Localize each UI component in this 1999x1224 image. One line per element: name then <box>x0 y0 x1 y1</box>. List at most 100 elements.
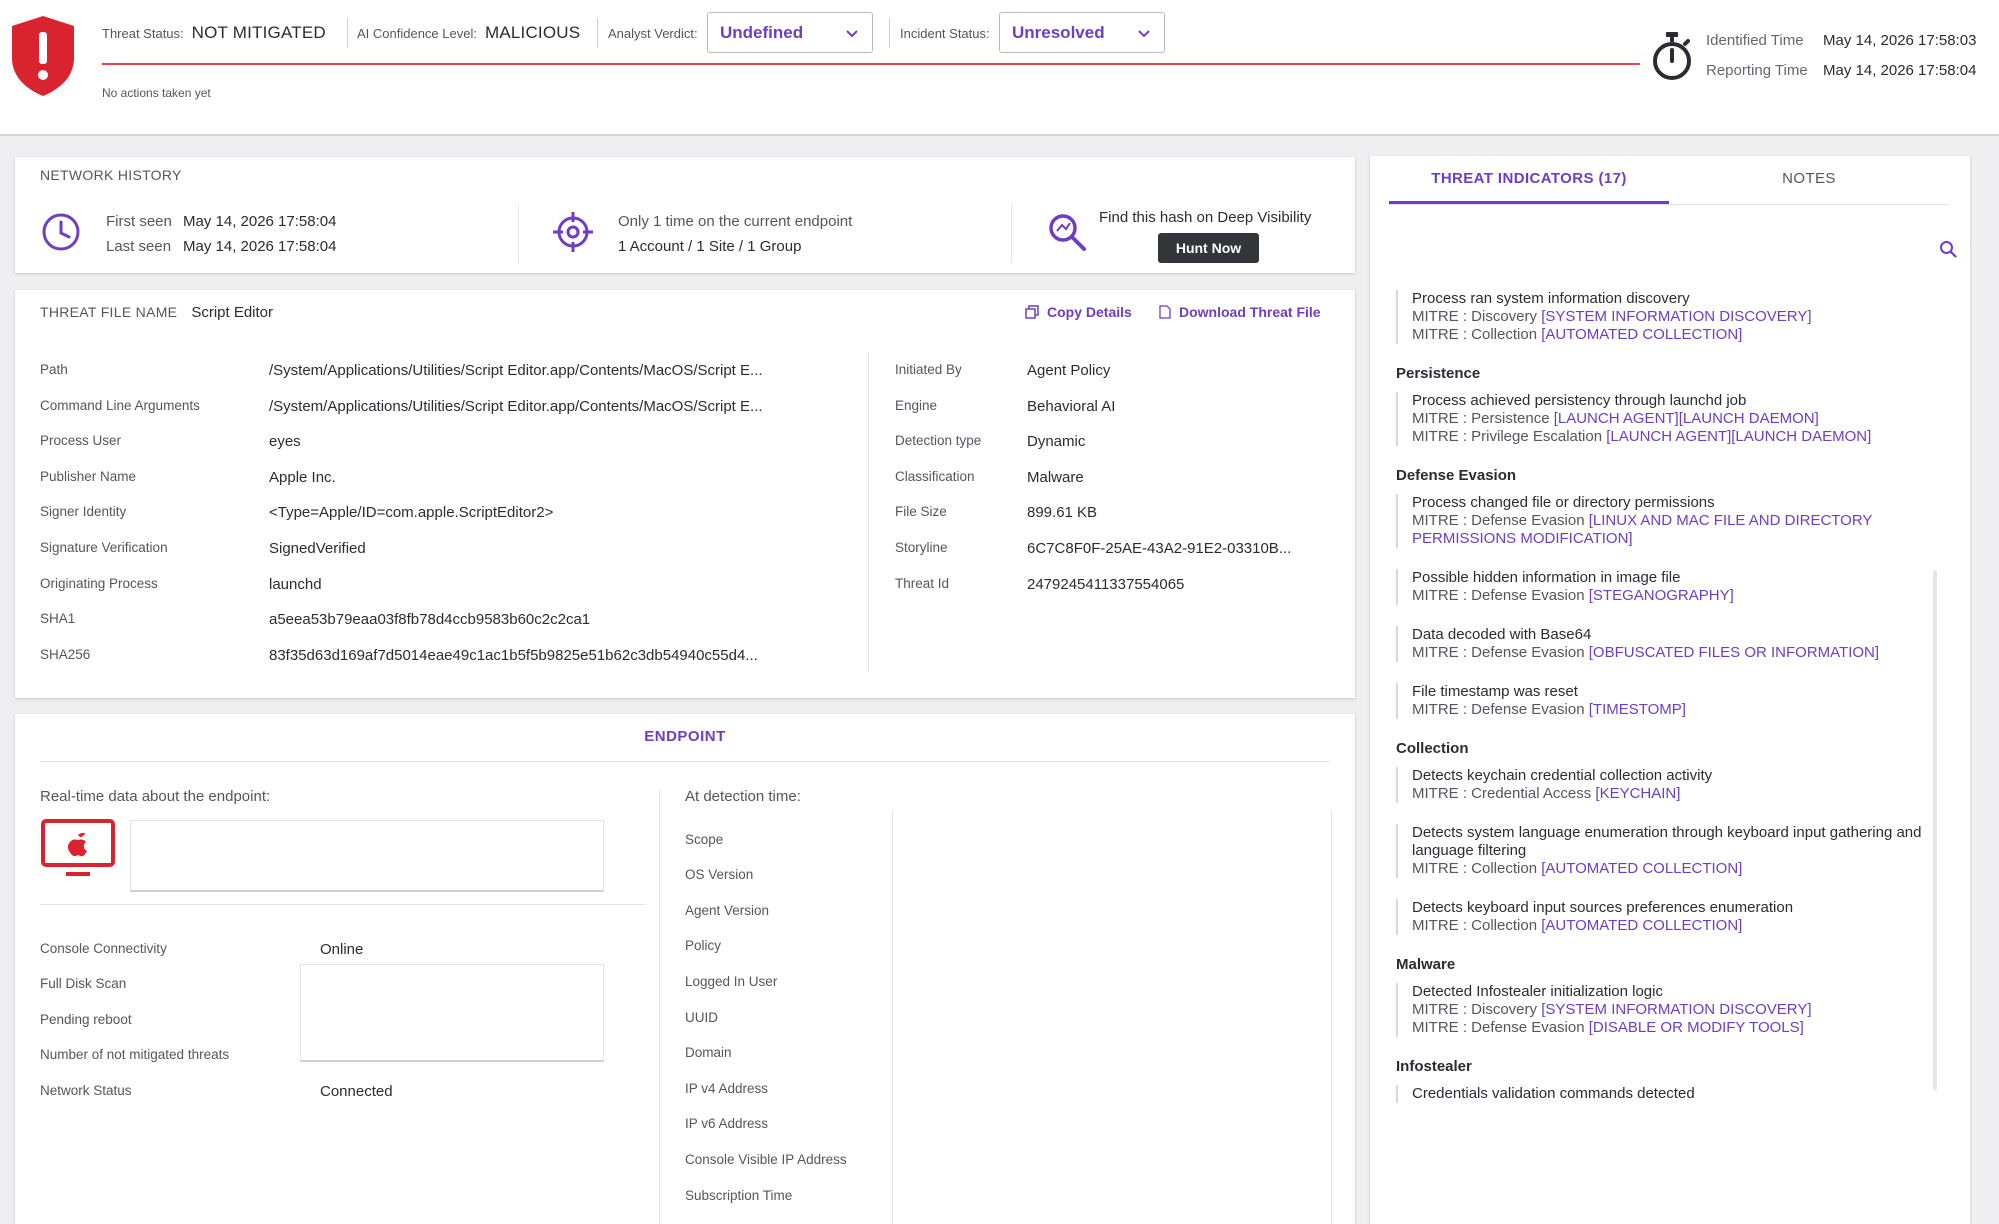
mitre-technique-link[interactable]: [SYSTEM INFORMATION DISCOVERY] <box>1541 1001 1811 1018</box>
indicator-item[interactable]: Process ran system information discovery… <box>1396 290 1936 344</box>
chevron-down-icon <box>1138 29 1150 37</box>
indicator-item[interactable]: File timestamp was reset MITRE : Defense … <box>1396 683 1936 719</box>
mitre-technique-link[interactable]: [STEGANOGRAPHY] <box>1589 587 1734 604</box>
threat-status: Threat Status: NOT MITIGATED <box>102 23 326 42</box>
hunt-now-button[interactable]: Hunt Now <box>1158 233 1259 263</box>
threat-file-name: THREAT FILE NAME Script Editor <box>40 304 274 321</box>
detection-time-label: At detection time: <box>685 788 801 805</box>
incident-status-label: Incident Status: <box>900 25 990 41</box>
mitre-technique-link[interactable]: [TIMESTOMP] <box>1589 701 1686 718</box>
mitre-tactic: MITRE : Collection <box>1412 326 1542 343</box>
indicator-group-title: Defense Evasion <box>1396 467 1517 484</box>
indicator-title: Data decoded with Base64 <box>1412 626 1592 643</box>
actions-note: No actions taken yet <box>102 86 211 100</box>
indicator-title: Detects keyboard input sources preferenc… <box>1412 899 1794 916</box>
mitre-tactic: MITRE : Defense Evasion <box>1412 644 1589 661</box>
indicator-item[interactable]: Detects keychain credential collection a… <box>1396 767 1936 803</box>
file-icon <box>1159 305 1171 319</box>
clock-icon <box>42 213 80 251</box>
incident-status-dropdown[interactable]: Unresolved <box>999 12 1165 53</box>
indicator-group-title: Persistence <box>1396 365 1481 382</box>
mitre-tactic: MITRE : Privilege Escalation <box>1412 428 1607 445</box>
mitre-row: MITRE : Collection [AUTOMATED COLLECTION… <box>1412 917 1936 935</box>
mitre-row: MITRE : Defense Evasion [TIMESTOMP] <box>1412 701 1936 719</box>
mitre-row: MITRE : Defense Evasion [OBFUSCATED FILE… <box>1412 644 1936 662</box>
indicator-group-title: Collection <box>1396 740 1469 757</box>
tab-threat-indicators[interactable]: THREAT INDICATORS (17) <box>1389 170 1669 187</box>
mitre-tactic: MITRE : Defense Evasion <box>1412 587 1589 604</box>
mitre-technique-link[interactable]: [SYSTEM INFORMATION DISCOVERY] <box>1541 308 1811 325</box>
detection-values-box <box>892 810 1332 1224</box>
mitre-technique-link[interactable]: [KEYCHAIN] <box>1595 785 1680 802</box>
mitre-row: MITRE : Defense Evasion [LINUX AND MAC F… <box>1412 512 1936 548</box>
deep-visibility-text: Find this hash on Deep Visibility <box>1099 209 1312 226</box>
indicator-item[interactable]: Data decoded with Base64 MITRE : Defense … <box>1396 626 1936 662</box>
reporting-time: Reporting Time May 14, 2026 17:58:04 <box>1706 62 1977 79</box>
target-icon <box>553 212 593 252</box>
mitre-technique-link[interactable]: [AUTOMATED COLLECTION] <box>1541 326 1742 343</box>
endpoint-card: ENDPOINT Real-time data about the endpoi… <box>15 714 1355 1224</box>
indicator-title: Credentials validation commands detected <box>1412 1085 1695 1102</box>
mitre-row: MITRE : Credential Access [KEYCHAIN] <box>1412 785 1936 803</box>
copy-icon <box>1025 305 1039 319</box>
endpoint-name-box <box>130 820 604 892</box>
mitre-row: MITRE : Persistence [LAUNCH AGENT][LAUNC… <box>1412 410 1936 428</box>
indicator-list: Process ran system information discovery… <box>1396 290 1936 1124</box>
copy-details-button[interactable]: Copy Details <box>1025 304 1132 320</box>
indicator-item[interactable]: Credentials validation commands detected <box>1396 1085 1936 1103</box>
ai-confidence: AI Confidence Level: MALICIOUS <box>357 23 581 42</box>
indicator-title: Detects system language enumeration thro… <box>1412 824 1922 859</box>
shield-alert-icon <box>12 16 74 96</box>
indicator-item[interactable]: Possible hidden information in image fil… <box>1396 569 1936 605</box>
tab-notes[interactable]: NOTES <box>1669 170 1949 187</box>
mitre-tactic: MITRE : Persistence <box>1412 410 1554 427</box>
indicator-item[interactable]: Detects system language enumeration thro… <box>1396 824 1936 878</box>
mitre-technique-link[interactable]: [LAUNCH AGENT][LAUNCH DAEMON] <box>1554 410 1819 427</box>
chevron-down-icon <box>846 29 858 37</box>
occurrence-text: Only 1 time on the current endpoint <box>618 213 853 230</box>
mitre-technique-link[interactable]: [OBFUSCATED FILES OR INFORMATION] <box>1589 644 1879 661</box>
mitre-row: MITRE : Collection [AUTOMATED COLLECTION… <box>1412 326 1936 344</box>
indicator-title: Process achieved persistency through lau… <box>1412 392 1747 409</box>
mitre-row: MITRE : Defense Evasion [DISABLE OR MODI… <box>1412 1019 1936 1037</box>
mitre-row: MITRE : Discovery [SYSTEM INFORMATION DI… <box>1412 308 1936 326</box>
scan-status-box <box>300 964 604 1062</box>
mitre-tactic: MITRE : Defense Evasion <box>1412 701 1589 718</box>
mitigation-status-line <box>102 63 1640 65</box>
mitre-tactic: MITRE : Discovery <box>1412 1001 1542 1018</box>
indicator-title: Possible hidden information in image fil… <box>1412 569 1681 586</box>
threat-file-card: THREAT FILE NAME Script Editor Copy Detai… <box>15 290 1355 698</box>
network-history-title: NETWORK HISTORY <box>40 167 182 183</box>
identified-time: Identified Time May 14, 2026 17:58:03 <box>1706 32 1977 49</box>
realtime-label: Real-time data about the endpoint: <box>40 788 271 805</box>
mitre-tactic: MITRE : Credential Access <box>1412 785 1596 802</box>
indicator-title: Detected Infostealer initialization logi… <box>1412 983 1663 1000</box>
indicator-title: File timestamp was reset <box>1412 683 1578 700</box>
search-icon[interactable] <box>1939 240 1957 258</box>
mitre-row: MITRE : Discovery [SYSTEM INFORMATION DI… <box>1412 1001 1936 1019</box>
analyst-verdict-dropdown[interactable]: Undefined <box>707 12 873 53</box>
indicator-item[interactable]: Detected Infostealer initialization logi… <box>1396 983 1936 1037</box>
analyst-verdict-label: Analyst Verdict: <box>608 25 698 41</box>
indicator-item[interactable]: Process changed file or directory permis… <box>1396 494 1936 548</box>
indicator-title: Detects keychain credential collection a… <box>1412 767 1713 784</box>
threat-indicators-card: THREAT INDICATORS (17) NOTES Process ran… <box>1370 156 1970 1224</box>
stopwatch-icon <box>1653 32 1691 80</box>
download-threat-file-button[interactable]: Download Threat File <box>1159 304 1321 320</box>
indicator-item[interactable]: Detects keyboard input sources preferenc… <box>1396 899 1936 935</box>
threat-header: Threat Status: NOT MITIGATED AI Confiden… <box>0 0 1999 136</box>
scope-text: 1 Account / 1 Site / 1 Group <box>618 238 802 255</box>
mitre-tactic: MITRE : Discovery <box>1412 308 1542 325</box>
last-seen: Last seen May 14, 2026 17:58:04 <box>106 238 337 255</box>
mitre-tactic: MITRE : Defense Evasion <box>1412 512 1589 529</box>
indicator-item[interactable]: Process achieved persistency through lau… <box>1396 392 1936 446</box>
mitre-technique-link[interactable]: [AUTOMATED COLLECTION] <box>1541 917 1742 934</box>
mitre-technique-link[interactable]: [AUTOMATED COLLECTION] <box>1541 860 1742 877</box>
search-hash-icon <box>1049 214 1086 251</box>
ai-confidence-value: MALICIOUS <box>484 23 581 42</box>
mitre-technique-link[interactable]: [DISABLE OR MODIFY TOOLS] <box>1589 1019 1804 1036</box>
endpoint-title: ENDPOINT <box>644 728 726 745</box>
mitre-technique-link[interactable]: [LAUNCH AGENT][LAUNCH DAEMON] <box>1606 428 1871 445</box>
network-history-card: NETWORK HISTORY First seen May 14, 2026 1… <box>15 157 1355 273</box>
indicator-group-title: Infostealer <box>1396 1058 1472 1075</box>
